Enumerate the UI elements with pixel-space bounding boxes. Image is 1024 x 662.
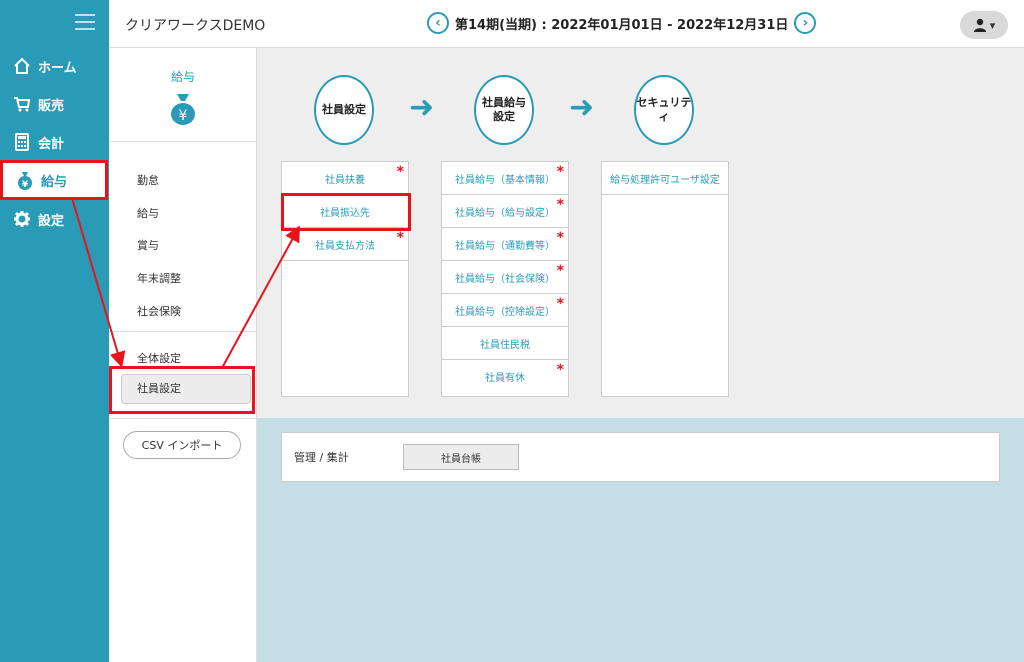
hamburger-icon[interactable] [75, 14, 95, 30]
required-mark: * [396, 230, 404, 246]
submenu-heading: 給与 [170, 70, 195, 84]
divider [109, 141, 257, 142]
security-settings-panel: 給与処理許可ユーザ設定 [601, 161, 729, 397]
required-mark: * [556, 164, 564, 180]
payroll-submenu: 給与 ¥ 勤怠 給与 賞与 年末調整 社会保険 全体設定 社員設定 CSV イン… [109, 48, 257, 662]
submenu-item-social-insurance[interactable]: 社会保険 [137, 303, 181, 319]
flow-step-security: セキュリティ [634, 75, 694, 145]
calculator-icon [12, 132, 32, 152]
required-mark: * [556, 263, 564, 279]
list-item[interactable]: 社員住民税 [442, 327, 568, 360]
svg-text:¥: ¥ [22, 180, 29, 190]
gear-icon [12, 209, 32, 229]
list-item[interactable]: 社員給与（社会保険） * [442, 261, 568, 294]
sidebar-item-label: 販売 [38, 98, 65, 114]
highlight-box [109, 366, 255, 414]
sidebar-item-accounting[interactable]: 会計 [0, 124, 109, 160]
flow-step-salary-settings: 社員給与 設定 [474, 75, 534, 145]
list-item[interactable]: 社員支払方法 * [282, 228, 408, 261]
list-item[interactable]: 社員有休 * [442, 360, 568, 393]
sidebar-item-settings[interactable]: 設定 [0, 201, 109, 237]
arrow-right-icon: ➜ [569, 90, 595, 125]
report-section: 管理 / 集計 社員台帳 [281, 432, 1000, 482]
cart-icon [12, 94, 32, 114]
list-item[interactable]: 社員給与（基本情報） * [442, 162, 568, 195]
money-bag-icon: ¥ [168, 92, 198, 126]
required-mark: * [556, 362, 564, 378]
employee-ledger-button[interactable]: 社員台帳 [403, 444, 519, 470]
divider [109, 331, 257, 332]
required-mark: * [396, 164, 404, 180]
submenu-item-year-end[interactable]: 年末調整 [137, 270, 181, 286]
divider [109, 418, 257, 419]
list-item[interactable]: 社員給与（控除設定） * [442, 294, 568, 327]
sidebar: ホーム 販売 会計 ¥ 給与 設定 [0, 0, 109, 662]
required-mark: * [556, 230, 564, 246]
period-label: 第14期(当期) : 2022年01月01日 - 2022年12月31日 [455, 17, 789, 33]
period-selector: ‹ 第14期(当期) : 2022年01月01日 - 2022年12月31日 › [427, 12, 817, 34]
sidebar-item-home[interactable]: ホーム [0, 48, 109, 84]
submenu-item-salary[interactable]: 給与 [137, 205, 159, 221]
sidebar-item-label: 設定 [38, 213, 65, 229]
user-menu-button[interactable]: ▾ [960, 11, 1008, 39]
chevron-down-icon: ▾ [989, 18, 996, 32]
app-title: クリアワークスDEMO [125, 18, 266, 34]
list-item[interactable]: 社員扶養 * [282, 162, 408, 195]
svg-text:¥: ¥ [179, 108, 188, 124]
list-item[interactable]: 給与処理許可ユーザ設定 [602, 162, 728, 195]
chevron-right-icon[interactable]: › [794, 12, 817, 34]
money-bag-icon: ¥ [15, 170, 35, 190]
submenu-item-attendance[interactable]: 勤怠 [137, 172, 159, 188]
salary-settings-panel: 社員給与（基本情報） * 社員給与（給与設定） * 社員給与（通勤費等） * 社員給与… [441, 161, 569, 397]
required-mark: * [556, 197, 564, 213]
flow-step-employee-settings: 社員設定 [314, 75, 374, 145]
csv-import-button[interactable]: CSV インポート [123, 431, 241, 459]
sidebar-item-label: 会計 [38, 136, 65, 152]
sidebar-item-sales[interactable]: 販売 [0, 86, 109, 122]
user-icon [973, 18, 986, 32]
sidebar-item-label: 給与 [41, 174, 68, 190]
submenu-item-bonus[interactable]: 賞与 [137, 237, 159, 253]
list-item[interactable]: 社員給与（給与設定） * [442, 195, 568, 228]
chevron-left-icon[interactable]: ‹ [427, 12, 449, 34]
required-mark: * [556, 296, 564, 312]
sidebar-item-payroll[interactable]: ¥ 給与 [0, 160, 108, 200]
highlight-box [281, 193, 411, 231]
submenu-item-general-settings[interactable]: 全体設定 [137, 350, 181, 366]
report-label: 管理 / 集計 [294, 451, 349, 464]
sidebar-item-label: ホーム [38, 60, 77, 76]
arrow-right-icon: ➜ [409, 90, 435, 125]
list-item[interactable]: 社員給与（通勤費等） * [442, 228, 568, 261]
top-header: クリアワークスDEMO ‹ 第14期(当期) : 2022年01月01日 - 2… [109, 0, 1024, 48]
home-icon [12, 56, 32, 76]
